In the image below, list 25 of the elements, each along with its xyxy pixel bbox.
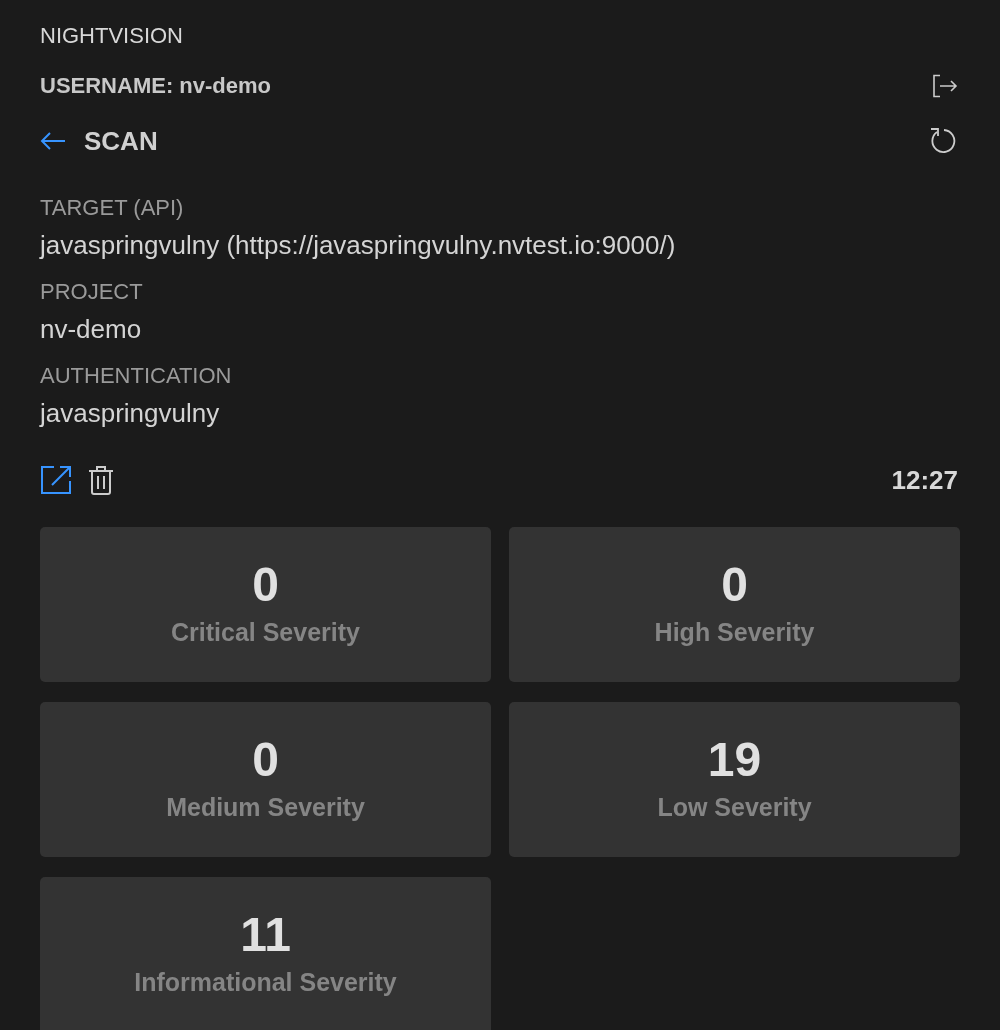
field-label: AUTHENTICATION [40, 363, 232, 389]
back-arrow-icon[interactable] [40, 131, 66, 151]
severity-count: 19 [707, 734, 762, 786]
scan-heading: SCAN [84, 126, 158, 156]
field-value: javaspringvulny [40, 398, 220, 428]
severity-label: Informational Severity [134, 967, 397, 997]
panel-title: NIGHTVISION [40, 23, 183, 49]
username-label: USERNAME: nv-demo [40, 73, 271, 99]
severity-label: Medium Severity [166, 792, 365, 822]
field-label: TARGET (API) [40, 195, 184, 221]
trash-icon[interactable] [88, 465, 114, 495]
field-label: PROJECT [40, 279, 143, 305]
severity-count: 11 [240, 909, 291, 961]
severity-label: Critical Severity [171, 617, 360, 647]
field-value: javaspringvulny (https://javaspringvulny.nvtest.io:9000/) [40, 230, 676, 260]
severity-count: 0 [252, 559, 279, 611]
refresh-icon[interactable] [929, 127, 956, 155]
severity-count: 0 [721, 559, 748, 611]
external-link-icon[interactable] [40, 465, 72, 495]
scan-time: 12:27 [891, 465, 958, 495]
severity-label: High Severity [654, 617, 815, 647]
logout-icon[interactable] [932, 74, 958, 98]
severity-label: Low Severity [657, 792, 812, 822]
field-value: nv-demo [40, 314, 142, 344]
severity-count: 0 [252, 734, 279, 786]
